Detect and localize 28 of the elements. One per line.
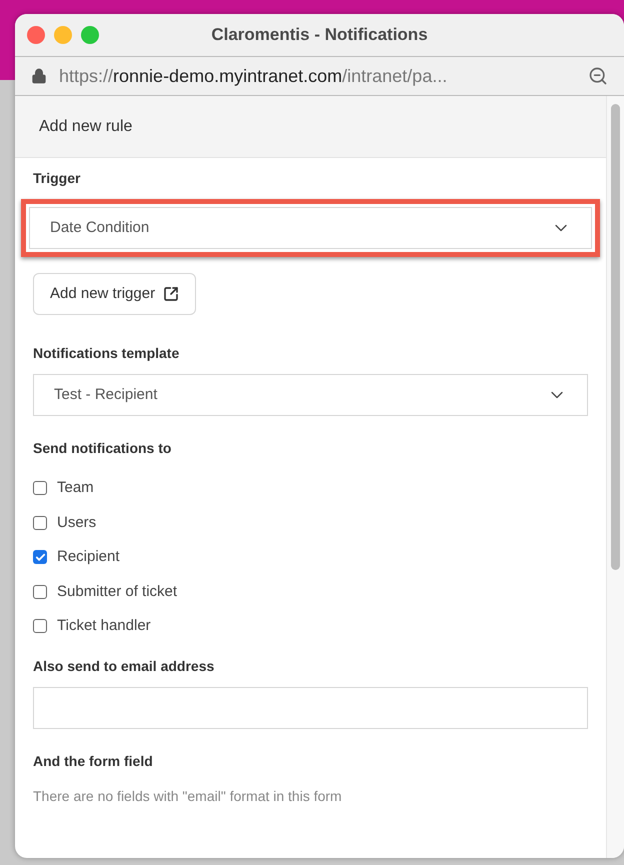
checkbox[interactable] xyxy=(33,481,47,496)
url-text[interactable]: https://ronnie-demo.myintranet.com/intranet/pa... xyxy=(59,62,576,90)
select-field[interactable]: Date Condition xyxy=(29,207,592,249)
zoom-out-icon[interactable] xyxy=(588,66,608,86)
field-label: Notifications template xyxy=(33,344,180,363)
email-input[interactable] xyxy=(33,686,588,728)
checkbox[interactable] xyxy=(33,619,47,634)
checkbox-label: Recipient xyxy=(57,547,120,567)
checkbox-label: Ticket handler xyxy=(57,616,151,636)
field-label: Trigger xyxy=(33,169,82,188)
checkbox[interactable] xyxy=(33,550,47,564)
info-text: There are no fields with "email" format in this form xyxy=(33,786,343,806)
lock-icon xyxy=(31,68,47,84)
add-trigger-button[interactable]: Add new trigger xyxy=(33,273,196,315)
checkbox[interactable] xyxy=(33,584,47,599)
checkbox-label: Team xyxy=(57,478,94,498)
scrollbar-thumb[interactable] xyxy=(611,104,620,570)
field-label: Send notifications to xyxy=(33,439,172,458)
close-button[interactable] xyxy=(27,26,45,44)
checkbox-label: Users xyxy=(57,512,96,532)
panel-title: Add new rule xyxy=(39,116,132,136)
select-field[interactable]: Test - Recipient xyxy=(33,374,588,416)
checkbox[interactable] xyxy=(33,516,47,530)
field-label: And the form field xyxy=(33,752,154,770)
window-title: Claromentis - Notifications xyxy=(210,24,429,46)
external-link-icon xyxy=(163,286,180,302)
checkbox-label: Submitter of ticket xyxy=(57,582,178,602)
field-label: Also send to email address xyxy=(33,656,216,676)
